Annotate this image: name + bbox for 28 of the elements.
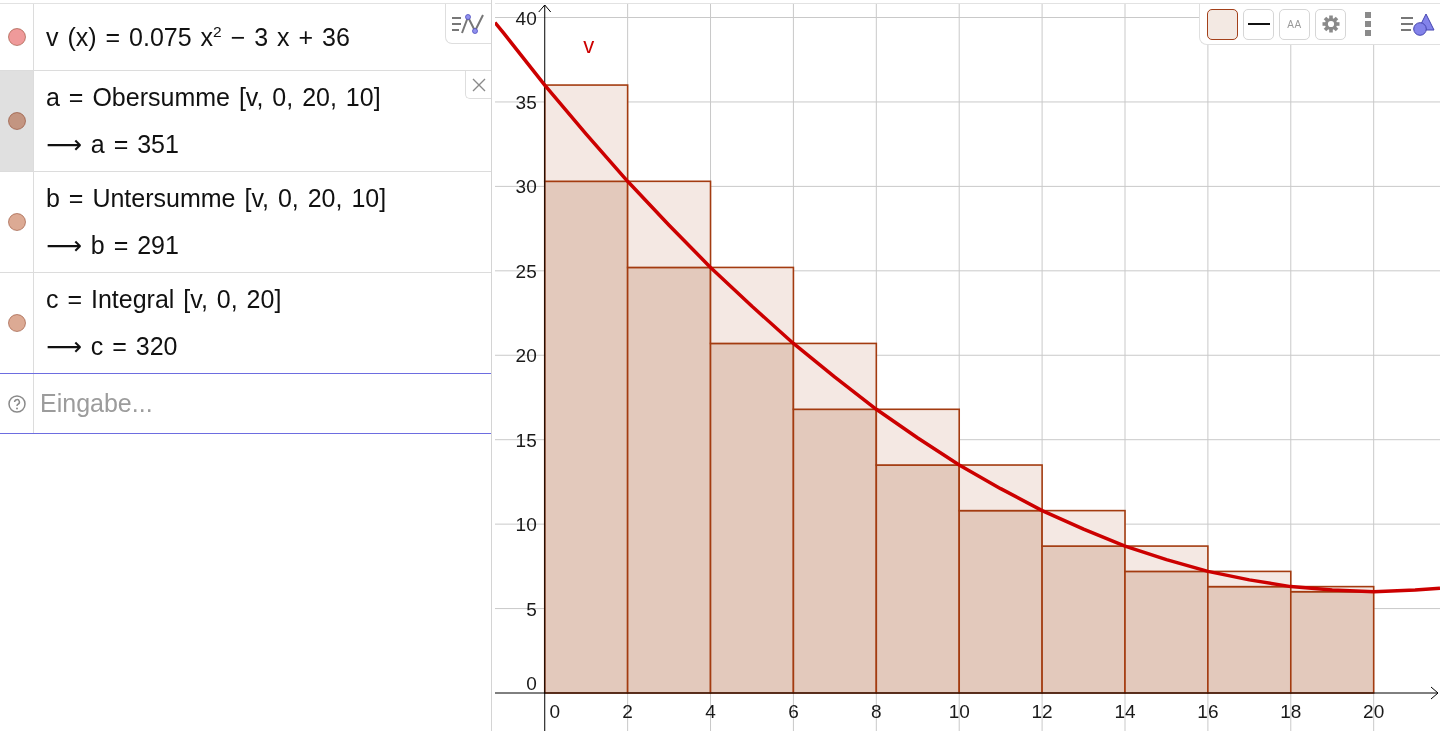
y-tick-label: 35 xyxy=(515,91,537,113)
definition-text: a = Obersumme [v, 0, 20, 10] xyxy=(46,82,381,113)
y-tick-label: 40 xyxy=(515,7,537,29)
y-tick-label: 20 xyxy=(515,345,537,367)
y-tick-label: 15 xyxy=(515,429,537,451)
value-text: ⟶ b = 291 xyxy=(46,230,179,261)
x-tick-label: 10 xyxy=(948,701,970,722)
x-tick-label: 4 xyxy=(705,701,716,722)
x-tick-label: 18 xyxy=(1280,701,1302,722)
y-tick-label: 10 xyxy=(515,514,537,536)
x-tick-label: 0 xyxy=(549,701,561,722)
x-tick-label: 14 xyxy=(1114,701,1136,722)
x-tick-label: 12 xyxy=(1031,701,1053,722)
value-text: ⟶ a = 351 xyxy=(46,129,179,160)
x-tick-label: 20 xyxy=(1363,701,1385,722)
definition-text: v (x) = 0.075 x$^{2}$ − 3 x + 36 xyxy=(46,22,350,53)
y-tick-label: 25 xyxy=(515,260,537,282)
y-tick-label: 5 xyxy=(526,598,537,620)
definition-text: c = Integral [v, 0, 20] xyxy=(46,284,282,315)
y-tick-label: 30 xyxy=(515,176,537,198)
value-text: ⟶ c = 320 xyxy=(46,331,178,362)
x-tick-label: 8 xyxy=(871,701,882,722)
curve-label: v xyxy=(583,33,595,58)
x-tick-label: 16 xyxy=(1197,701,1219,722)
y-tick-label: 0 xyxy=(526,673,537,694)
x-tick-label: 2 xyxy=(622,701,633,722)
definition-text: b = Untersumme [v, 0, 20, 10] xyxy=(46,183,387,214)
x-tick-label: 6 xyxy=(788,701,799,722)
